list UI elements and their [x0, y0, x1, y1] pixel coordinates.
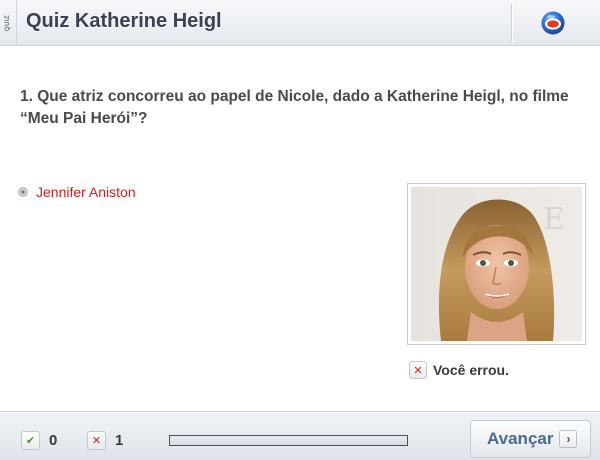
quiz-footer: ✔ 0 ✕ 1 Avançar ›: [0, 411, 600, 460]
x-icon: ✕: [409, 361, 427, 379]
quiz-side-tab: QUIZ: [0, 0, 17, 46]
answer-result: ✕ Você errou.: [409, 361, 509, 379]
globo-logo-icon: [541, 11, 565, 35]
quiz-header: QUIZ Quiz Katherine Heigl: [0, 0, 600, 46]
wrong-count: 1: [115, 432, 124, 449]
wrong-score: ✕ 1: [87, 431, 123, 450]
quiz-progress-bar: [169, 435, 408, 446]
next-button[interactable]: Avançar ›: [470, 420, 591, 458]
next-button-label: Avançar: [487, 429, 554, 448]
header-divider: [511, 4, 512, 42]
chevron-right-icon: ›: [559, 430, 578, 448]
x-icon: ✕: [87, 431, 106, 450]
actress-photo: E: [407, 183, 586, 345]
check-icon: ✔: [21, 431, 40, 450]
correct-count: 0: [49, 432, 58, 449]
result-text: Você errou.: [433, 362, 509, 378]
answer-option[interactable]: Jennifer Aniston: [18, 184, 136, 200]
page-title: Quiz Katherine Heigl: [26, 10, 222, 32]
actress-portrait-image: E: [411, 187, 582, 341]
quiz-side-tab-label: QUIZ: [5, 14, 11, 32]
question-text: 1. Que atriz concorreu ao papel de Nicol…: [20, 88, 569, 127]
correct-score: ✔ 0: [21, 431, 57, 450]
answer-label: Jennifer Aniston: [36, 184, 136, 200]
svg-text:E: E: [543, 202, 565, 237]
answer-radio[interactable]: [18, 187, 28, 197]
